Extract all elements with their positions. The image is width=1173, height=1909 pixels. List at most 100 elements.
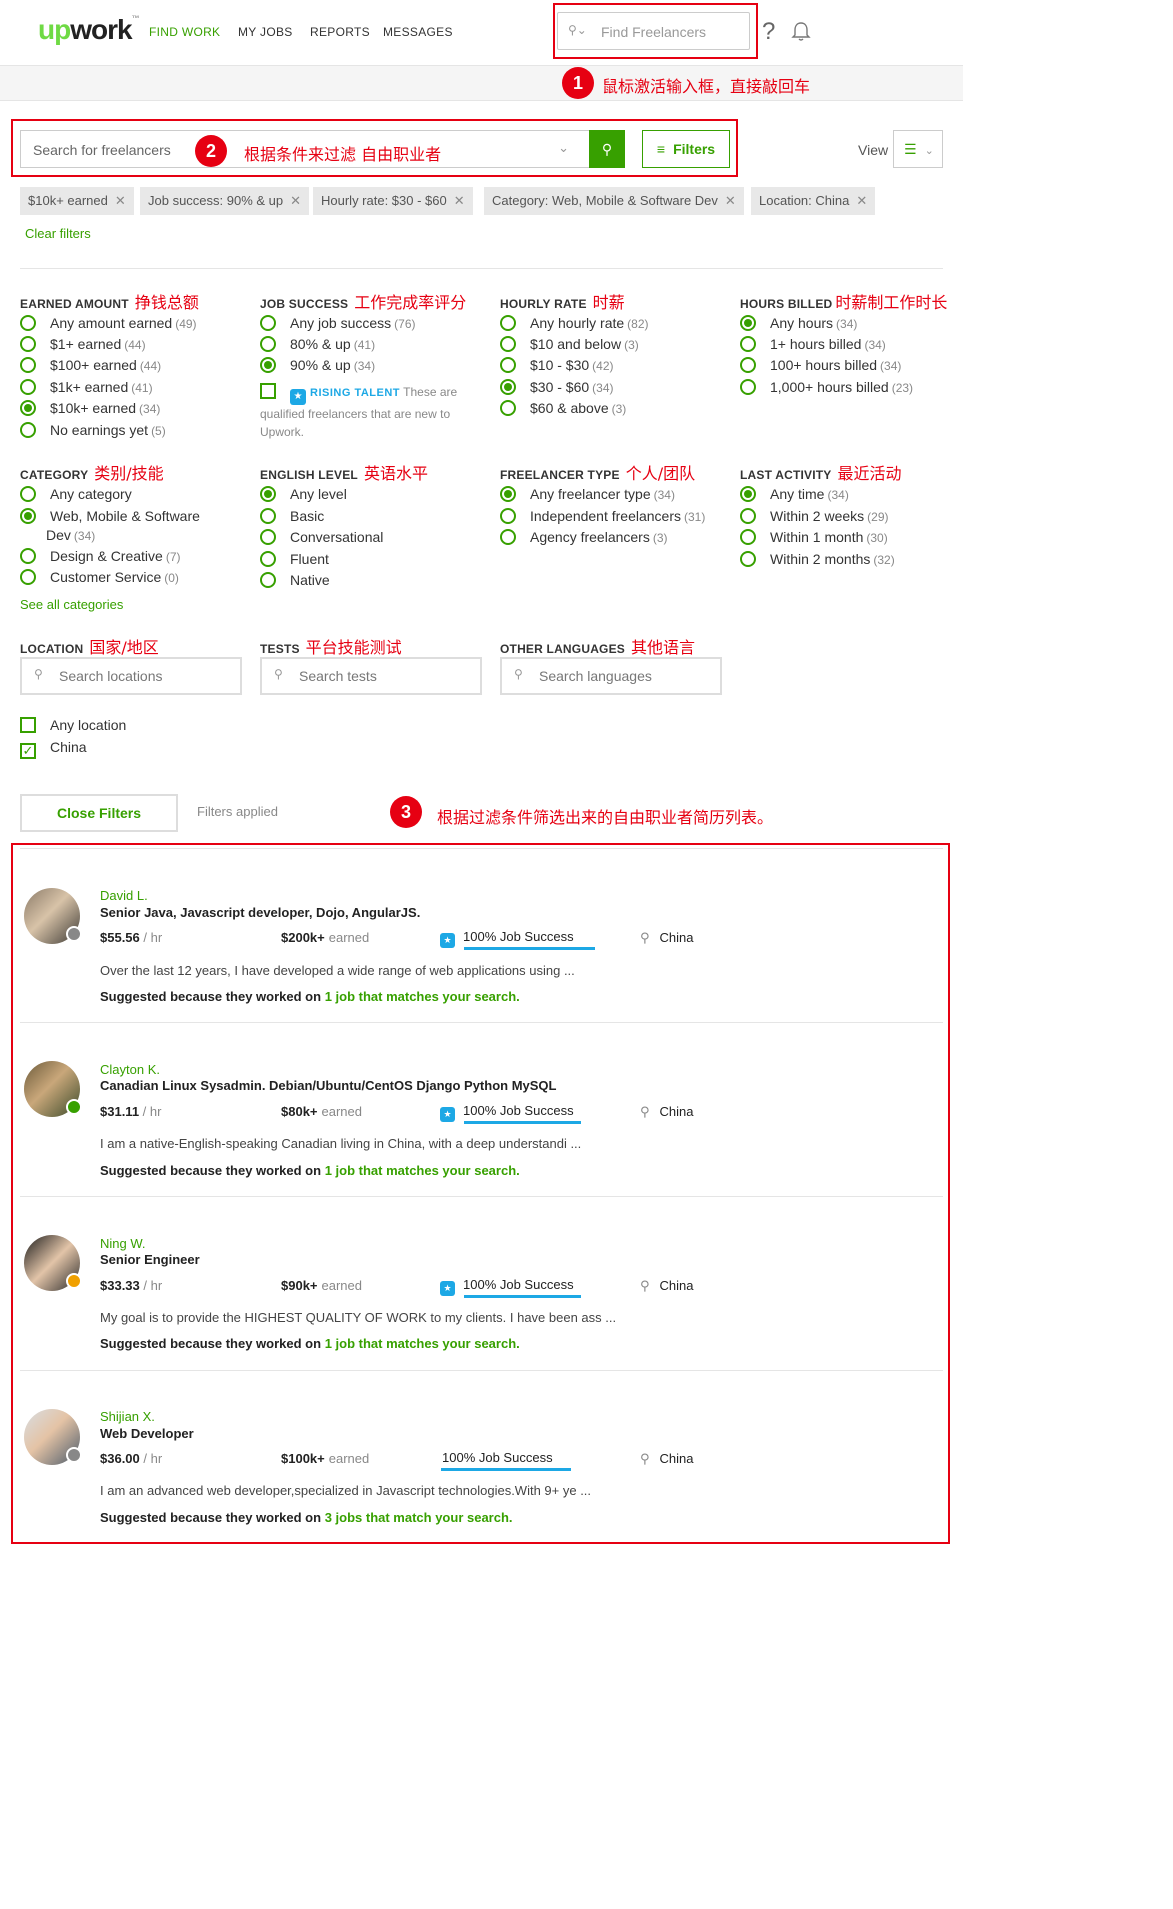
shield-icon: ★ <box>440 1281 455 1296</box>
radio-success-80[interactable]: 80% & up (41) <box>260 336 375 352</box>
job-success-bar <box>464 1295 581 1298</box>
job-success-bar <box>441 1468 571 1471</box>
nav-my-jobs[interactable]: MY JOBS <box>238 25 293 39</box>
radio-rate-30-60[interactable]: $30 - $60 (34) <box>500 379 614 395</box>
radio-rate-60[interactable]: $60 & above (3) <box>500 400 626 416</box>
close-icon[interactable]: ✕ <box>290 193 301 208</box>
upwork-logo[interactable]: upwork™ <box>38 14 140 46</box>
help-icon[interactable]: ? <box>762 18 775 46</box>
checkbox-any-location[interactable]: Any location <box>20 717 126 733</box>
search-icon: ⚲ <box>274 667 283 681</box>
radio-type-independent[interactable]: Independent freelancers (31) <box>500 508 705 524</box>
close-icon[interactable]: ✕ <box>115 193 126 208</box>
radio-rate-any[interactable]: Any hourly rate (82) <box>500 315 649 331</box>
radio-earned-1k[interactable]: $1k+ earned (41) <box>20 379 153 395</box>
filter-chip[interactable]: Job success: 90% & up ✕ <box>140 187 310 215</box>
nav-messages[interactable]: MESSAGES <box>383 25 453 39</box>
radio-earned-none[interactable]: No earnings yet (5) <box>20 422 166 438</box>
filter-chip[interactable]: Category: Web, Mobile & Software Dev ✕ <box>484 187 744 215</box>
close-icon[interactable]: ✕ <box>725 193 736 208</box>
freelancer-card[interactable]: David L. Senior Java, Javascript develop… <box>20 848 943 1023</box>
radio-hours-100[interactable]: 100+ hours billed (34) <box>740 357 901 373</box>
freelancer-card[interactable]: Ning W. Senior Engineer $33.33 / hr $90k… <box>20 1196 943 1371</box>
matching-jobs-link[interactable]: 1 job that matches your search. <box>325 1163 520 1178</box>
close-filters-button[interactable]: Close Filters <box>20 794 178 832</box>
avatar <box>24 1061 82 1117</box>
earned-amount: $90k+ earned <box>281 1278 362 1293</box>
see-all-categories-link[interactable]: See all categories <box>20 597 123 612</box>
nav-reports[interactable]: REPORTS <box>310 25 370 39</box>
close-icon[interactable]: ✕ <box>454 193 465 208</box>
radio-rate-10[interactable]: $10 and below (3) <box>500 336 639 352</box>
earned-heading: EARNED AMOUNT 挣钱总额 <box>20 293 199 312</box>
location-search-input[interactable]: ⚲ Search locations <box>20 657 242 695</box>
freelancer-name[interactable]: David L. <box>100 888 148 903</box>
radio-category-design[interactable]: Design & Creative (7) <box>20 548 181 564</box>
radio-rate-10-30[interactable]: $10 - $30 (42) <box>500 357 614 373</box>
success-heading: JOB SUCCESS 工作完成率评分 <box>260 293 467 312</box>
radio-category-any[interactable]: Any category <box>20 486 132 502</box>
radio-activity-2m[interactable]: Within 2 months (32) <box>740 551 895 567</box>
category-web-cont: Dev (34) <box>46 527 96 543</box>
close-icon[interactable]: ✕ <box>856 193 867 208</box>
filters-button[interactable]: ≡ Filters <box>642 130 730 168</box>
radio-earned-100[interactable]: $100+ earned (44) <box>20 357 161 373</box>
rising-talent-checkbox[interactable] <box>260 383 276 399</box>
rising-talent-option[interactable]: ★ RISING TALENT These are qualified freel… <box>260 383 482 441</box>
radio-earned-any[interactable]: Any amount earned (49) <box>20 315 197 331</box>
radio-category-web[interactable]: Web, Mobile & Software <box>20 508 200 524</box>
sliders-icon: ≡ <box>656 141 666 157</box>
freelancer-card[interactable]: Shijian X. Web Developer $36.00 / hr $10… <box>20 1370 943 1540</box>
avatar <box>24 888 82 944</box>
radio-english-any[interactable]: Any level <box>260 486 347 502</box>
chevron-down-icon[interactable]: ⌄ <box>558 140 569 156</box>
languages-search-input[interactable]: ⚲ Search languages <box>500 657 722 695</box>
description: I am a native-English-speaking Canadian … <box>100 1136 582 1151</box>
avatar <box>24 1409 82 1465</box>
radio-english-basic[interactable]: Basic <box>260 508 324 524</box>
matching-jobs-link[interactable]: 1 job that matches your search. <box>325 1336 520 1351</box>
nav-find-work[interactable]: FIND WORK <box>149 25 220 39</box>
radio-type-any[interactable]: Any freelancer type (34) <box>500 486 675 502</box>
freelancer-name[interactable]: Ning W. <box>100 1236 146 1251</box>
view-toggle[interactable]: ☰ ⌄ <box>893 130 943 168</box>
freelancer-name[interactable]: Clayton K. <box>100 1062 160 1077</box>
radio-earned-10k[interactable]: $10k+ earned (34) <box>20 400 160 416</box>
status-dot <box>66 1099 82 1115</box>
radio-english-fluent[interactable]: Fluent <box>260 551 329 567</box>
shield-icon: ★ <box>290 389 306 405</box>
radio-activity-1m[interactable]: Within 1 month (30) <box>740 529 888 545</box>
radio-hours-any[interactable]: Any hours (34) <box>740 315 857 331</box>
annotation-1: 鼠标激活输入框，直接敲回车 <box>602 77 811 96</box>
clear-filters-link[interactable]: Clear filters <box>25 226 91 241</box>
radio-success-any[interactable]: Any job success (76) <box>260 315 416 331</box>
matching-jobs-link[interactable]: 3 jobs that match your search. <box>325 1510 513 1525</box>
matching-jobs-link[interactable]: 1 job that matches your search. <box>325 989 520 1004</box>
freelancer-name[interactable]: Shijian X. <box>100 1409 155 1424</box>
freelancer-title: Senior Java, Javascript developer, Dojo,… <box>100 905 421 920</box>
radio-english-native[interactable]: Native <box>260 572 330 588</box>
radio-activity-2w[interactable]: Within 2 weeks (29) <box>740 508 889 524</box>
checkbox-china[interactable]: ✓ China <box>20 739 87 759</box>
radio-activity-any[interactable]: Any time (34) <box>740 486 849 502</box>
bell-icon[interactable] <box>790 20 812 45</box>
list-icon: ☰ <box>904 141 917 157</box>
radio-english-conversational[interactable]: Conversational <box>260 529 383 545</box>
location: ⚲ China <box>640 1451 694 1466</box>
filter-chip[interactable]: $10k+ earned ✕ <box>20 187 134 215</box>
radio-hours-1000[interactable]: 1,000+ hours billed (23) <box>740 379 913 395</box>
radio-type-agency[interactable]: Agency freelancers (3) <box>500 529 668 545</box>
view-label: View <box>858 142 889 158</box>
filter-chip[interactable]: Hourly rate: $30 - $60 ✕ <box>313 187 473 215</box>
radio-hours-1[interactable]: 1+ hours billed (34) <box>740 336 886 352</box>
radio-earned-1[interactable]: $1+ earned (44) <box>20 336 146 352</box>
search-button[interactable]: ⚲ <box>589 130 625 168</box>
tests-search-input[interactable]: ⚲ Search tests <box>260 657 482 695</box>
radio-success-90[interactable]: 90% & up (34) <box>260 357 375 373</box>
annotation-badge-3: 3 <box>390 796 422 828</box>
status-dot <box>66 926 82 942</box>
find-freelancers-search[interactable]: ⚲⌄ Find Freelancers <box>557 12 750 50</box>
radio-category-customer[interactable]: Customer Service (0) <box>20 569 179 585</box>
freelancer-card[interactable]: Clayton K. Canadian Linux Sysadmin. Debi… <box>20 1022 943 1197</box>
filter-chip[interactable]: Location: China ✕ <box>751 187 876 215</box>
